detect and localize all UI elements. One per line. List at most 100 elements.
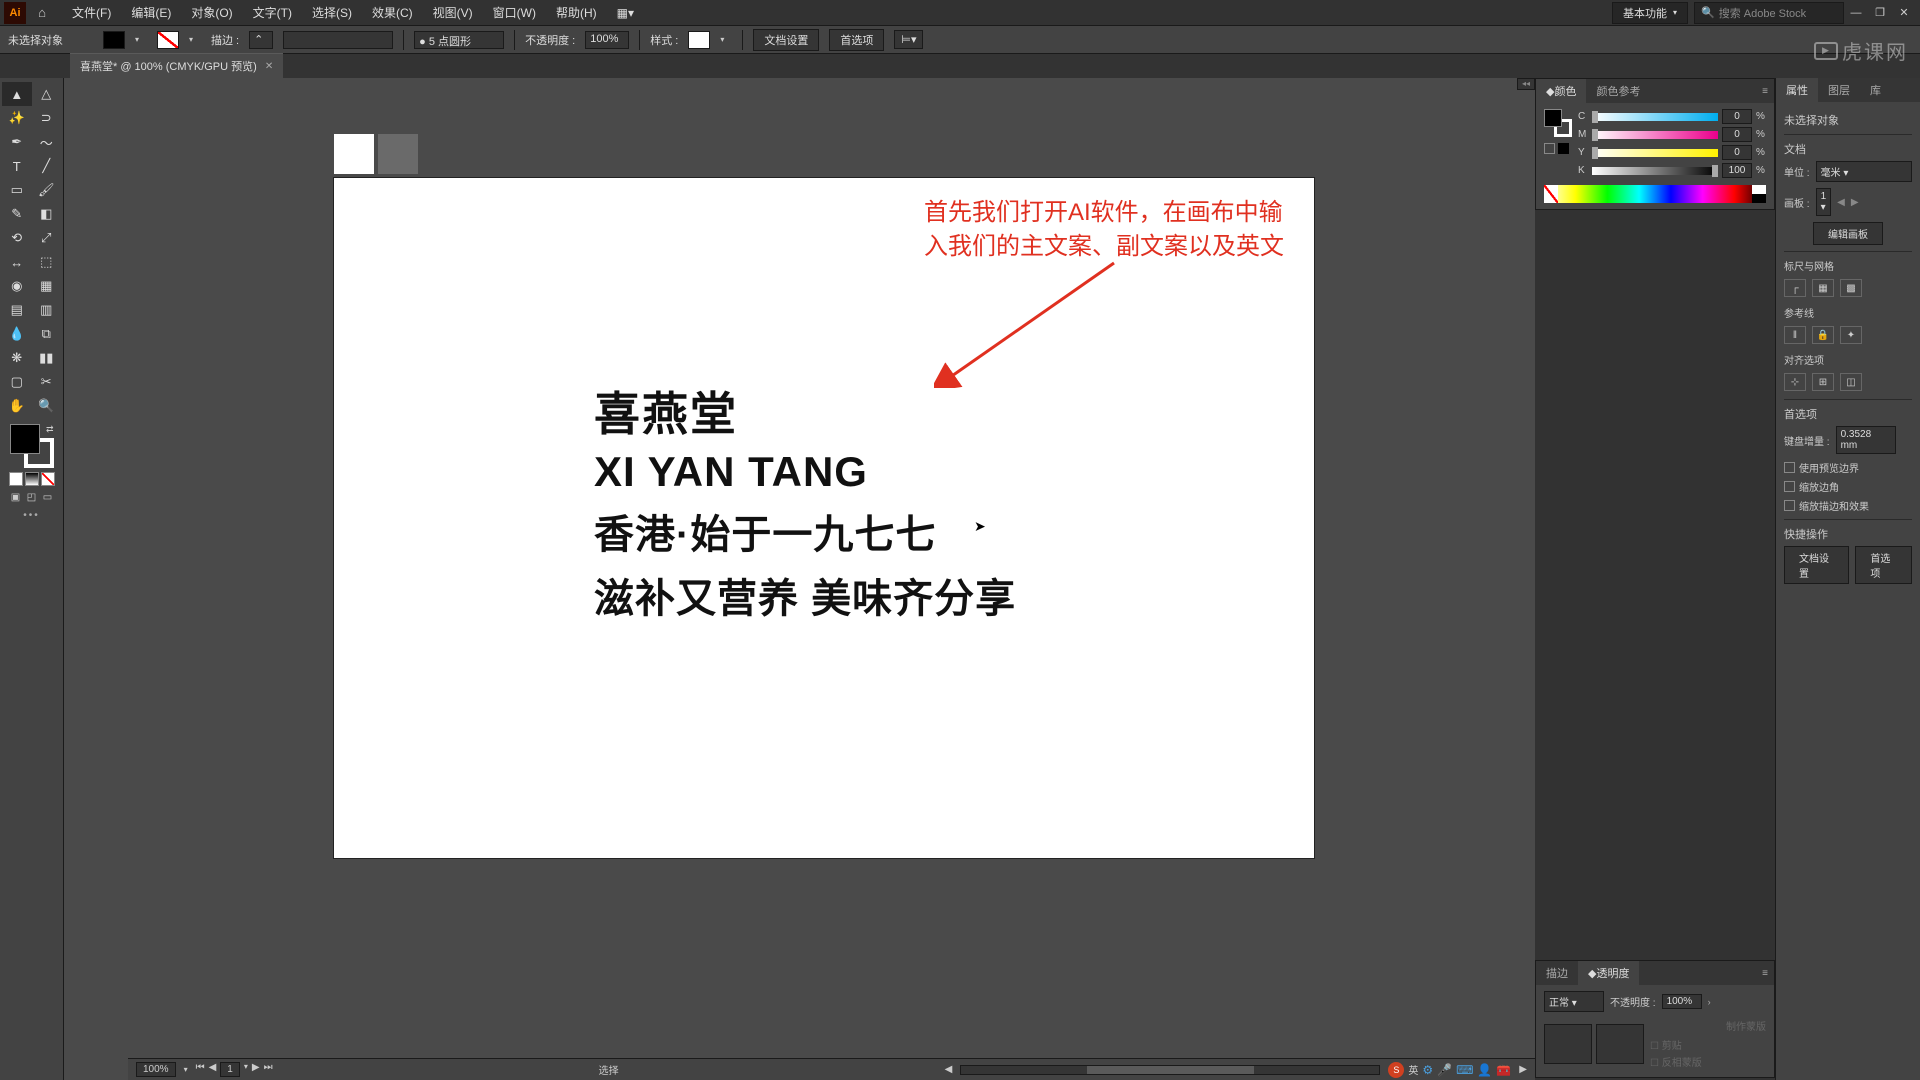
window-minimize-icon[interactable]: —	[1844, 3, 1868, 23]
none-swatch-icon[interactable]	[1544, 143, 1555, 154]
panel-menu-icon[interactable]: ≡	[1756, 86, 1774, 97]
artboard-tool[interactable]: ▢	[2, 370, 32, 394]
tab-stroke[interactable]: 描边	[1536, 961, 1578, 985]
tab-transparency[interactable]: ◆ 透明度	[1578, 961, 1639, 985]
scroll-left-icon[interactable]: ◀	[945, 1064, 953, 1075]
brush-field[interactable]: ● 5 点圆形	[414, 31, 504, 49]
panel-menu-icon[interactable]: ≡	[1756, 968, 1774, 979]
menu-file[interactable]: 文件(F)	[62, 0, 121, 25]
make-mask-button[interactable]: 制作蒙版	[1650, 1018, 1766, 1033]
stroke-profile-field[interactable]	[283, 31, 393, 49]
pen-tool[interactable]: ✒	[2, 130, 32, 154]
artboard-number-field[interactable]: 1	[220, 1062, 240, 1077]
show-guides-icon[interactable]: ‖	[1784, 326, 1806, 344]
key-increment-field[interactable]: 0.3528 mm	[1836, 426, 1896, 454]
align-button[interactable]: ⊨▾	[894, 30, 923, 49]
sogou-icon[interactable]: S	[1388, 1062, 1404, 1078]
nav-first-icon[interactable]: ⏮	[196, 1062, 205, 1077]
artboard-nav-1[interactable]	[334, 134, 374, 174]
stroke-weight-field[interactable]: ⌃	[249, 31, 273, 49]
brush-tool[interactable]: 🖌	[32, 178, 62, 202]
symbol-sprayer-tool[interactable]: ❋	[2, 346, 32, 370]
black-value[interactable]: 100	[1722, 163, 1752, 178]
tab-libraries[interactable]: 库	[1860, 78, 1891, 102]
next-artboard-icon[interactable]: ▶	[1851, 197, 1859, 208]
scale-corners-checkbox[interactable]: 缩放边角	[1784, 479, 1912, 494]
canvas-area[interactable]: 首先我们打开AI软件，在画布中输 入我们的主文案、副文案以及英文 喜燕堂 XI …	[64, 78, 1535, 1080]
menu-type[interactable]: 文字(T)	[243, 0, 302, 25]
qa-prefs-button[interactable]: 首选项	[1855, 546, 1912, 584]
ime-icon-5[interactable]: 🧰	[1496, 1063, 1511, 1077]
panel-fill-stroke[interactable]	[1544, 109, 1572, 137]
lasso-tool[interactable]: ⊃	[32, 106, 62, 130]
artboard-nav-2[interactable]	[378, 134, 418, 174]
menu-edit[interactable]: 编辑(E)	[121, 0, 181, 25]
rectangle-tool[interactable]: ▭	[2, 178, 32, 202]
zoom-field[interactable]: 100%	[136, 1062, 176, 1077]
ime-icon-2[interactable]: 🎤	[1437, 1063, 1452, 1077]
color-mode-gradient[interactable]	[25, 472, 39, 486]
perspective-tool[interactable]: ▦	[32, 274, 62, 298]
nav-next-icon[interactable]: ▶	[252, 1062, 260, 1077]
lock-guides-icon[interactable]: 🔒	[1812, 326, 1834, 344]
tab-layers[interactable]: 图层	[1818, 78, 1860, 102]
nav-last-icon[interactable]: ⏭	[264, 1062, 273, 1077]
horizontal-scrollbar[interactable]	[960, 1065, 1380, 1075]
graph-tool[interactable]: ▮▮	[32, 346, 62, 370]
tab-properties[interactable]: 属性	[1776, 78, 1818, 102]
ime-icon-4[interactable]: 👤	[1477, 1063, 1492, 1077]
blend-tool[interactable]: ⧉	[32, 322, 62, 346]
rotate-tool[interactable]: ⟲	[2, 226, 32, 250]
ime-icon-3[interactable]: ⌨	[1456, 1063, 1473, 1077]
snap-point-icon[interactable]: ⊹	[1784, 373, 1806, 391]
color-mode-none[interactable]	[41, 472, 55, 486]
unit-select[interactable]: 毫米 ▾	[1816, 161, 1912, 182]
shaper-tool[interactable]: ✎	[2, 202, 32, 226]
curvature-tool[interactable]: 〜	[32, 130, 62, 154]
panel-collapse-icon[interactable]: ◂◂	[1517, 78, 1535, 90]
transparency-grid-icon[interactable]: ▩	[1840, 279, 1862, 297]
gradient-tool[interactable]: ▥	[32, 298, 62, 322]
scale-tool[interactable]: ⤢	[32, 226, 62, 250]
scale-strokes-checkbox[interactable]: 缩放描边和效果	[1784, 498, 1912, 513]
artboard[interactable]: 首先我们打开AI软件，在画布中输 入我们的主文案、副文案以及英文 喜燕堂 XI …	[334, 178, 1314, 858]
stroke-swatch[interactable]	[157, 31, 179, 49]
last-color-swatch[interactable]	[1558, 143, 1569, 154]
prev-artboard-icon[interactable]: ◀	[1837, 197, 1845, 208]
edit-artboard-button[interactable]: 编辑画板	[1813, 222, 1883, 245]
color-spectrum[interactable]	[1544, 185, 1766, 203]
tab-color-guide[interactable]: 颜色参考	[1586, 79, 1650, 103]
screen-mode-full[interactable]: ◰	[25, 490, 39, 504]
eyedropper-tool[interactable]: 💧	[2, 322, 32, 346]
ruler-icon[interactable]: ┌	[1784, 279, 1806, 297]
qa-docsetup-button[interactable]: 文档设置	[1784, 546, 1849, 584]
prefs-button[interactable]: 首选项	[829, 29, 884, 51]
color-mode-solid[interactable]	[9, 472, 23, 486]
width-tool[interactable]: ↔	[2, 250, 32, 274]
magic-wand-tool[interactable]: ✨	[2, 106, 32, 130]
menu-effect[interactable]: 效果(C)	[362, 0, 423, 25]
swap-fill-stroke-icon[interactable]: ⇄	[46, 424, 54, 435]
style-swatch[interactable]	[688, 31, 710, 49]
home-icon[interactable]: ⌂	[32, 3, 52, 23]
preview-bounds-checkbox[interactable]: 使用预览边界	[1784, 460, 1912, 475]
cyan-slider[interactable]	[1592, 113, 1718, 121]
menu-window[interactable]: 窗口(W)	[483, 0, 546, 25]
ime-icon-1[interactable]: ⚙	[1422, 1063, 1433, 1077]
screen-mode-normal[interactable]: ▣	[9, 490, 23, 504]
yellow-slider[interactable]	[1592, 149, 1718, 157]
tab-close-icon[interactable]: ✕	[265, 61, 273, 72]
tab-color[interactable]: ◆ 颜色	[1536, 79, 1586, 103]
workspace-switcher[interactable]: 基本功能 ▾	[1612, 2, 1688, 24]
artboard-select[interactable]: 1 ▾	[1816, 188, 1832, 216]
screen-mode-pres[interactable]: ▭	[41, 490, 55, 504]
window-close-icon[interactable]: ✕	[1892, 3, 1916, 23]
snap-pixel-icon[interactable]: ◫	[1840, 373, 1862, 391]
zoom-tool[interactable]: 🔍	[32, 394, 62, 418]
smart-guides-icon[interactable]: ✦	[1840, 326, 1862, 344]
edit-toolbar-icon[interactable]: •••	[2, 510, 61, 521]
opacity-field[interactable]: 100%	[585, 31, 629, 49]
eraser-tool[interactable]: ◧	[32, 202, 62, 226]
yellow-value[interactable]: 0	[1722, 145, 1752, 160]
grid-icon[interactable]: ▦	[1812, 279, 1834, 297]
